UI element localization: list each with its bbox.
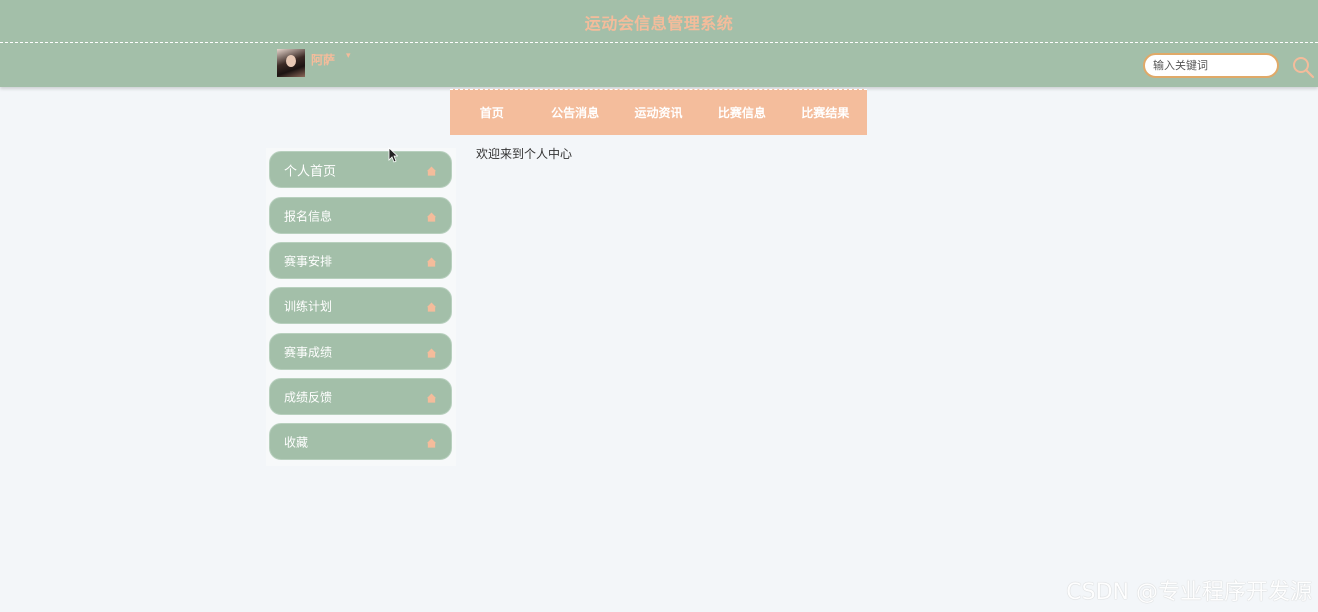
header-divider xyxy=(0,42,1318,43)
site-title: 运动会信息管理系统 xyxy=(584,14,734,33)
sidebar-item-training-plan[interactable]: 训练计划 xyxy=(269,287,452,324)
sidebar-item-label: 训练计划 xyxy=(284,299,333,313)
chevron-down-icon[interactable]: ▾ xyxy=(346,51,351,61)
nav-item-match-info[interactable]: 比赛信息 xyxy=(700,104,783,121)
sidebar-item-schedule[interactable]: 赛事安排 xyxy=(269,242,452,279)
nav-item-home[interactable]: 首页 xyxy=(450,104,533,121)
avatar-face xyxy=(286,55,296,67)
sidebar-item-label: 个人首页 xyxy=(284,164,337,179)
sidebar-item-label: 成绩反馈 xyxy=(284,390,333,404)
sidebar-item-personal-home[interactable]: 个人首页 xyxy=(269,151,452,188)
username[interactable]: 阿萨 xyxy=(311,51,335,68)
home-icon xyxy=(426,348,437,358)
search-icon[interactable] xyxy=(1291,55,1315,79)
nav-item-announcements[interactable]: 公告消息 xyxy=(533,104,616,121)
search-input[interactable] xyxy=(1143,53,1279,78)
sidebar-item-label: 收藏 xyxy=(284,435,309,449)
home-icon xyxy=(426,438,437,448)
header: 运动会信息管理系统 阿萨 ▾ xyxy=(0,0,1318,87)
home-icon xyxy=(426,166,437,176)
sidebar-item-score-feedback[interactable]: 成绩反馈 xyxy=(269,378,452,415)
nav-item-match-results[interactable]: 比赛结果 xyxy=(784,104,867,121)
sidebar-item-label: 赛事成绩 xyxy=(284,345,333,359)
home-icon xyxy=(426,257,437,267)
watermark: CSDN @专业程序开发源 xyxy=(1066,580,1312,605)
sidebar-item-label: 报名信息 xyxy=(284,209,333,223)
avatar[interactable] xyxy=(277,49,305,77)
page: 运动会信息管理系统 阿萨 ▾ 首页 公告消息 运动资讯 比赛信息 比赛结果 个人… xyxy=(0,0,1318,612)
sidebar-item-label: 赛事安排 xyxy=(284,254,333,268)
sidebar-item-match-scores[interactable]: 赛事成绩 xyxy=(269,333,452,370)
sidebar-item-registration[interactable]: 报名信息 xyxy=(269,197,452,234)
welcome-text: 欢迎来到个人中心 xyxy=(476,147,573,161)
home-icon xyxy=(426,212,437,222)
home-icon xyxy=(426,393,437,403)
top-nav: 首页 公告消息 运动资讯 比赛信息 比赛结果 xyxy=(450,89,867,135)
mouse-cursor-icon xyxy=(388,147,398,163)
home-icon xyxy=(426,302,437,312)
nav-item-sports-news[interactable]: 运动资讯 xyxy=(617,104,700,121)
sidebar-item-favorites[interactable]: 收藏 xyxy=(269,423,452,460)
sidebar: 个人首页 报名信息 赛事安排 训练计划 赛事成绩 成绩反馈 收藏 xyxy=(266,148,456,466)
